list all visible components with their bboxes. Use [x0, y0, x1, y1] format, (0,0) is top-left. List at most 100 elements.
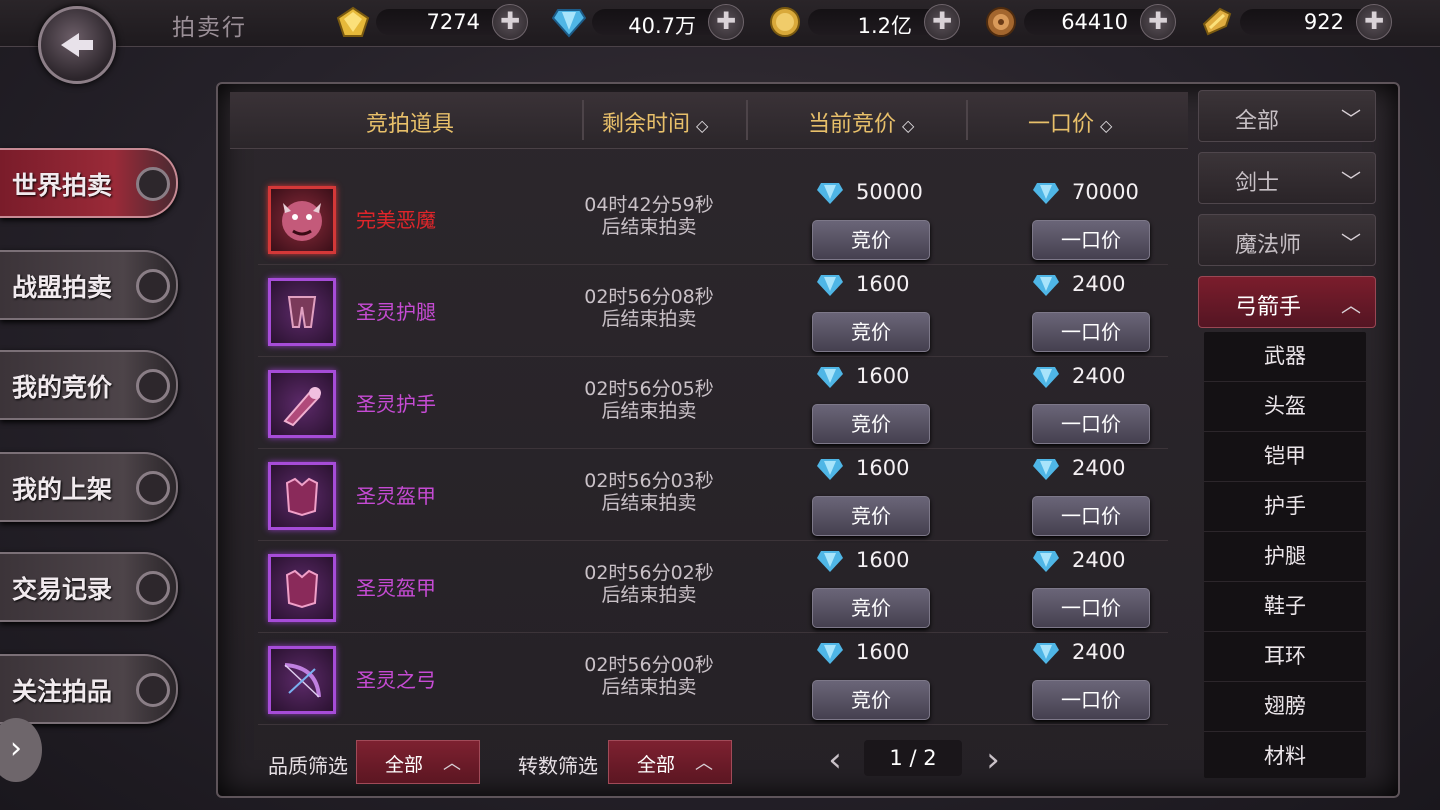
- item-name: 圣灵之弓: [356, 668, 436, 692]
- gauntlet-icon[interactable]: [268, 370, 336, 438]
- table-row[interactable]: 圣灵护腿 02时56分08秒 后结束拍卖 1600 竞价 2400 一口价: [258, 266, 1168, 357]
- rebirth-filter-dropdown[interactable]: 全部 ︿: [608, 740, 732, 784]
- submenu-item-helmet[interactable]: 头盔: [1204, 382, 1366, 432]
- nav-guild-auction[interactable]: 战盟拍卖: [0, 250, 178, 320]
- bronze-medal-icon: [986, 7, 1016, 37]
- diamond-icon: [817, 183, 843, 204]
- currency-value: 7274: [426, 10, 480, 34]
- page-indicator: 1 / 2: [864, 740, 962, 776]
- prev-page-button[interactable]: ‹: [822, 740, 848, 780]
- next-page-button[interactable]: ›: [980, 740, 1006, 780]
- nav-world-auction[interactable]: 世界拍卖: [0, 148, 178, 218]
- chevron-up-icon: ︿: [695, 753, 713, 774]
- diamond-icon: [817, 275, 843, 296]
- chevron-right-icon: ›: [986, 740, 1000, 780]
- auction-panel: 竞拍道具 剩余时间 ◇ 当前竞价 ◇ 一口价 ◇ 完美恶魔 04时42分59秒 后结束拍…: [216, 82, 1400, 798]
- submenu-item-armor[interactable]: 铠甲: [1204, 432, 1366, 482]
- table-row[interactable]: 圣灵之弓 02时56分00秒 后结束拍卖 1600 竞价 2400 一口价: [258, 634, 1168, 725]
- page-title: 拍卖行: [172, 15, 247, 41]
- submenu-item-gloves[interactable]: 护手: [1204, 482, 1366, 532]
- armor-icon[interactable]: [268, 554, 336, 622]
- filter-archer[interactable]: 弓箭手 ︿: [1198, 276, 1376, 328]
- buyout-button[interactable]: 一口价: [1032, 496, 1150, 536]
- gold-gem-icon: [336, 6, 370, 37]
- buyout-button[interactable]: 一口价: [1032, 220, 1150, 260]
- quality-filter-label: 品质筛选: [268, 754, 348, 778]
- add-gold-coin-button[interactable]: ✚: [924, 4, 960, 40]
- bid-button[interactable]: 竞价: [812, 680, 930, 720]
- table-header: 竞拍道具 剩余时间 ◇ 当前竞价 ◇ 一口价 ◇: [230, 92, 1188, 149]
- header-buyout[interactable]: 一口价 ◇: [1028, 106, 1112, 138]
- currency-diamond: 40.7万 ✚: [552, 4, 744, 40]
- buyout-button[interactable]: 一口价: [1032, 680, 1150, 720]
- bow-icon[interactable]: [268, 646, 336, 714]
- filter-mage[interactable]: 魔法师 ﹀: [1198, 214, 1376, 266]
- back-button[interactable]: [38, 6, 116, 84]
- buyout-price: 70000: [1032, 180, 1139, 205]
- header-bid[interactable]: 当前竞价 ◇: [808, 106, 914, 138]
- table-row[interactable]: 圣灵盔甲 02时56分03秒 后结束拍卖 1600 竞价 2400 一口价: [258, 450, 1168, 541]
- buyout-price: 2400: [1032, 272, 1125, 297]
- item-name: 圣灵盔甲: [356, 484, 436, 508]
- table-row[interactable]: 圣灵护手 02时56分05秒 后结束拍卖 1600 竞价 2400 一口价: [258, 358, 1168, 449]
- submenu-item-leggings[interactable]: 护腿: [1204, 532, 1366, 582]
- back-arrow-icon: [61, 33, 93, 57]
- chevron-down-icon: ﹀: [1341, 231, 1361, 255]
- currency-shard: 922 ✚: [1200, 4, 1392, 40]
- quality-filter-dropdown[interactable]: 全部 ︿: [356, 740, 480, 784]
- add-gold-gem-button[interactable]: ✚: [492, 4, 528, 40]
- gold-coin-icon: [770, 7, 800, 37]
- expand-button[interactable]: ›: [0, 718, 42, 782]
- bid-button[interactable]: 竞价: [812, 220, 930, 260]
- nav-my-listings[interactable]: 我的上架: [0, 452, 178, 522]
- armor-icon[interactable]: [268, 462, 336, 530]
- bid-button[interactable]: 竞价: [812, 312, 930, 352]
- submenu-item-materials[interactable]: 材料: [1204, 732, 1366, 781]
- nav-my-bids[interactable]: 我的竞价: [0, 350, 178, 420]
- chevron-down-icon: ﹀: [1341, 107, 1361, 131]
- bid-button[interactable]: 竞价: [812, 496, 930, 536]
- submenu-item-earrings[interactable]: 耳环: [1204, 632, 1366, 682]
- nav-label: 我的上架: [12, 475, 113, 504]
- leggings-icon[interactable]: [268, 278, 336, 346]
- current-bid: 50000: [816, 180, 923, 205]
- currency-gold-coin: 1.2亿 ✚: [768, 4, 960, 40]
- table-row[interactable]: 圣灵盔甲 02时56分02秒 后结束拍卖 1600 竞价 2400 一口价: [258, 542, 1168, 633]
- archer-submenu: 武器 头盔 铠甲 护手 护腿 鞋子 耳环 翅膀 材料: [1204, 332, 1366, 778]
- demon-icon[interactable]: [268, 186, 336, 254]
- buyout-button[interactable]: 一口价: [1032, 588, 1150, 628]
- filter-all[interactable]: 全部 ﹀: [1198, 90, 1376, 142]
- header-item: 竞拍道具: [366, 112, 455, 137]
- nav-trade-history[interactable]: 交易记录: [0, 552, 178, 622]
- diamond-icon: [817, 367, 843, 388]
- bid-button[interactable]: 竞价: [812, 404, 930, 444]
- nav-watchlist[interactable]: 关注拍品: [0, 654, 178, 724]
- blue-diamond-icon: [552, 9, 586, 38]
- bid-button[interactable]: 竞价: [812, 588, 930, 628]
- diamond-icon: [817, 551, 843, 572]
- buyout-button[interactable]: 一口价: [1032, 404, 1150, 444]
- item-name: 圣灵护手: [356, 392, 436, 416]
- diamond-icon: [817, 643, 843, 664]
- current-bid: 1600: [816, 640, 909, 665]
- buyout-button[interactable]: 一口价: [1032, 312, 1150, 352]
- diamond-icon: [1033, 459, 1059, 480]
- sort-icon: ◇: [902, 116, 915, 135]
- item-name: 完美恶魔: [356, 208, 436, 232]
- add-diamond-button[interactable]: ✚: [708, 4, 744, 40]
- table-row[interactable]: 完美恶魔 04时42分59秒 后结束拍卖 50000 竞价 70000 一口价: [258, 174, 1168, 265]
- add-medal-button[interactable]: ✚: [1140, 4, 1176, 40]
- submenu-item-wings[interactable]: 翅膀: [1204, 682, 1366, 732]
- chevron-up-icon: ︿: [443, 753, 461, 774]
- header-time[interactable]: 剩余时间 ◇: [602, 106, 708, 138]
- filter-swordsman[interactable]: 剑士 ﹀: [1198, 152, 1376, 204]
- currency-value: 1.2亿: [857, 14, 912, 38]
- submenu-item-shoes[interactable]: 鞋子: [1204, 582, 1366, 632]
- add-shard-button[interactable]: ✚: [1356, 4, 1392, 40]
- diamond-icon: [1033, 551, 1059, 572]
- submenu-item-weapon[interactable]: 武器: [1204, 332, 1366, 382]
- remaining-time: 02时56分08秒 后结束拍卖: [584, 286, 714, 330]
- current-bid: 1600: [816, 456, 909, 481]
- current-bid: 1600: [816, 272, 909, 297]
- rebirth-filter-label: 转数筛选: [518, 754, 598, 778]
